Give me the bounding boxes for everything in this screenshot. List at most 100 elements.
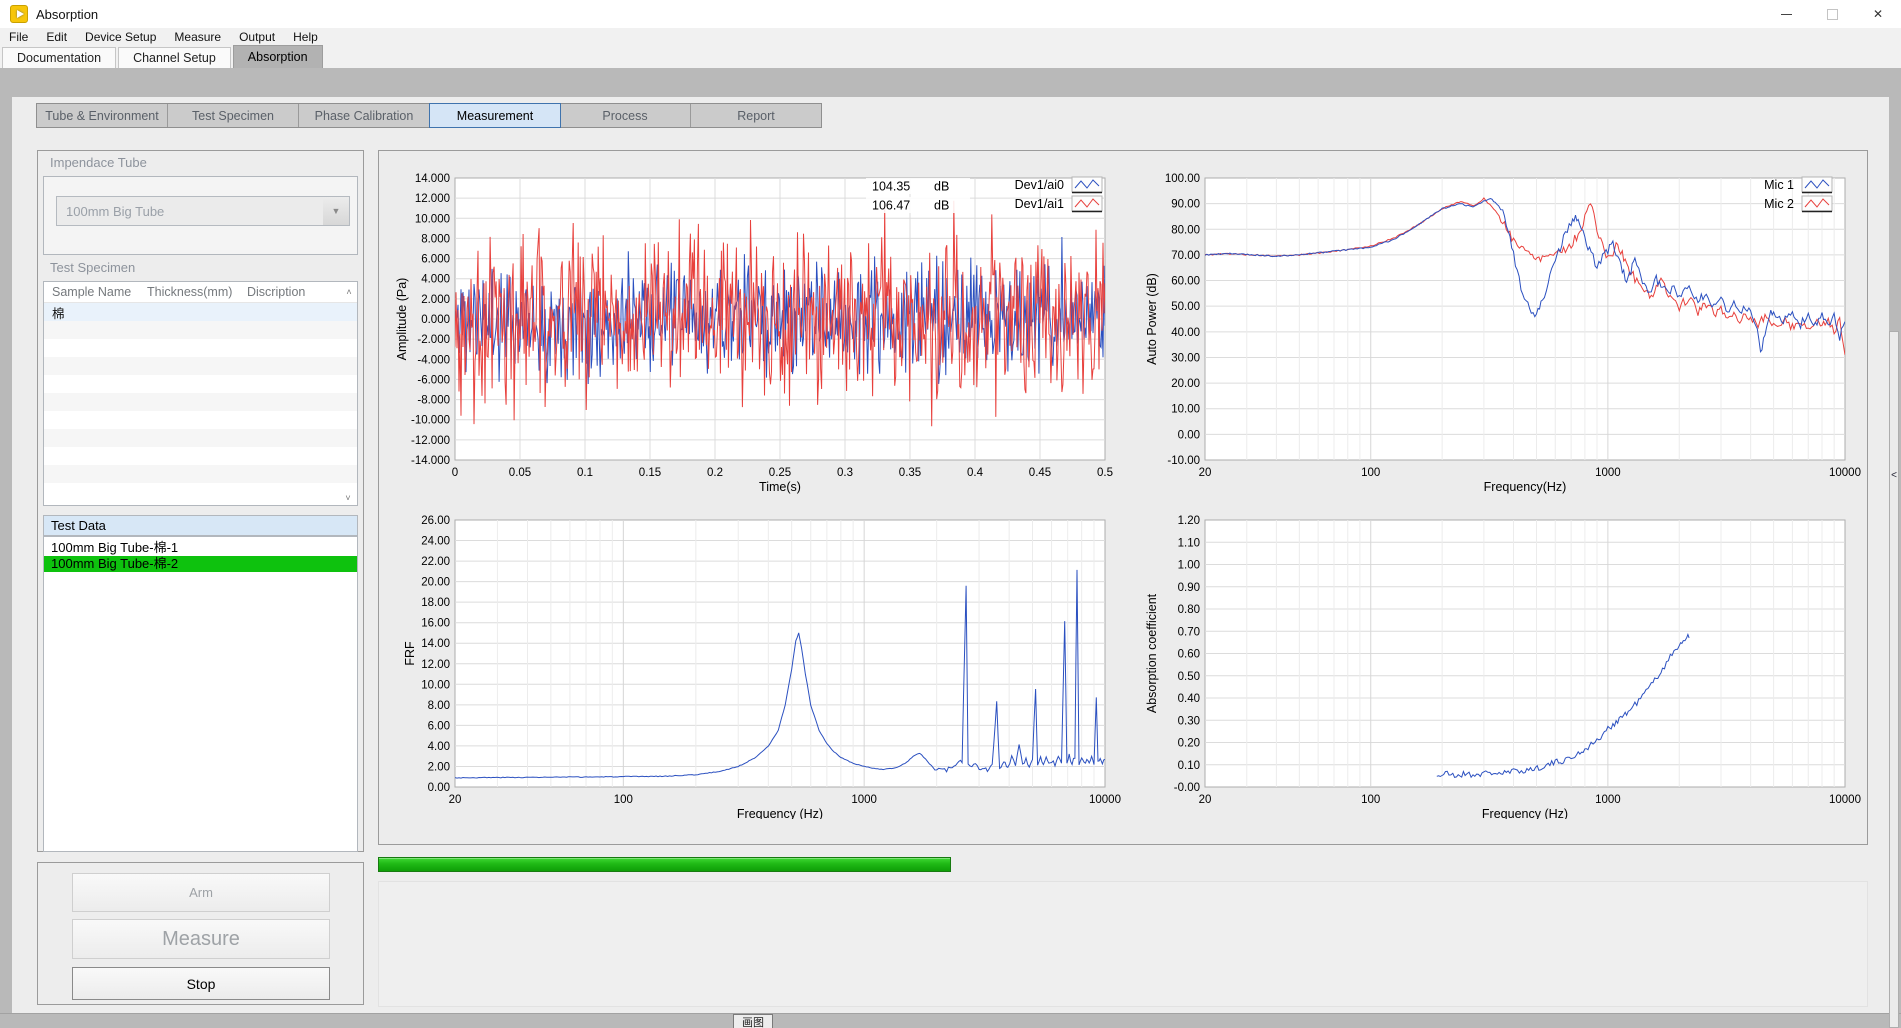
- message-area: [378, 881, 1868, 1007]
- scroll-down-icon[interactable]: ˅: [341, 493, 355, 503]
- close-button[interactable]: ✕: [1855, 0, 1901, 28]
- specimen-row-empty: [44, 375, 357, 393]
- svg-text:Absorption coefficient: Absorption coefficient: [1145, 593, 1159, 713]
- sub-tab-strip: Tube & EnvironmentTest SpecimenPhase Cal…: [36, 103, 822, 128]
- svg-text:0.30: 0.30: [1178, 715, 1200, 727]
- specimen-row-empty: [44, 393, 357, 411]
- measure-button[interactable]: Measure: [72, 919, 330, 959]
- app-window: Absorption ✕ FileEditDevice SetupMeasure…: [0, 0, 1901, 1028]
- stop-button[interactable]: Stop: [72, 967, 330, 1000]
- subtab-phase-calibration[interactable]: Phase Calibration: [299, 104, 430, 127]
- arm-button[interactable]: Arm: [72, 873, 330, 912]
- svg-text:-12.000: -12.000: [411, 435, 450, 447]
- specimen-table-header: Sample NameThickness(mm)Discription˄: [44, 282, 357, 303]
- bottom-tab[interactable]: 画图: [733, 1014, 773, 1028]
- menu-output[interactable]: Output: [230, 28, 284, 46]
- svg-text:8.000: 8.000: [421, 233, 450, 245]
- svg-text:0.5: 0.5: [1097, 467, 1113, 479]
- svg-text:0.40: 0.40: [1178, 693, 1200, 705]
- column-header-thickness-mm: Thickness(mm): [147, 285, 247, 299]
- menu-device-setup[interactable]: Device Setup: [76, 28, 165, 46]
- minimize-button[interactable]: [1763, 0, 1809, 28]
- svg-text:100: 100: [614, 794, 633, 806]
- svg-text:6.00: 6.00: [428, 720, 450, 732]
- tab-absorption[interactable]: Absorption: [233, 45, 323, 68]
- menu-measure[interactable]: Measure: [165, 28, 230, 46]
- svg-text:Frequency(Hz): Frequency(Hz): [1484, 480, 1567, 494]
- test-data-item[interactable]: 100mm Big Tube-棉-2: [44, 556, 357, 572]
- svg-text:-6.000: -6.000: [417, 374, 450, 386]
- chevron-down-icon[interactable]: ▼: [323, 197, 349, 225]
- specimen-row-empty: [44, 483, 357, 501]
- menubar: FileEditDevice SetupMeasureOutputHelp: [0, 28, 1901, 46]
- svg-text:0.20: 0.20: [1178, 738, 1200, 750]
- svg-text:0.35: 0.35: [899, 467, 921, 479]
- menu-file[interactable]: File: [0, 28, 37, 46]
- svg-text:-8.000: -8.000: [417, 395, 450, 407]
- svg-text:100.00: 100.00: [1165, 173, 1200, 185]
- maximize-icon: [1827, 9, 1838, 20]
- svg-text:Frequency (Hz): Frequency (Hz): [737, 807, 823, 819]
- svg-text:1.00: 1.00: [1178, 560, 1200, 572]
- svg-text:Frequency (Hz): Frequency (Hz): [1482, 807, 1568, 819]
- svg-text:1.20: 1.20: [1178, 515, 1200, 527]
- window-controls: ✕: [1763, 0, 1901, 28]
- svg-text:6.000: 6.000: [421, 254, 450, 266]
- menu-edit[interactable]: Edit: [37, 28, 76, 46]
- svg-text:Mic 1: Mic 1: [1764, 178, 1794, 192]
- svg-text:10.00: 10.00: [1171, 404, 1200, 416]
- svg-text:0.70: 0.70: [1178, 626, 1200, 638]
- svg-text:12.000: 12.000: [415, 193, 450, 205]
- subtab-measurement[interactable]: Measurement: [429, 103, 561, 128]
- specimen-row-empty: [44, 447, 357, 465]
- svg-text:0.60: 0.60: [1178, 649, 1200, 661]
- test-data-item[interactable]: 100mm Big Tube-棉-1: [44, 540, 357, 556]
- svg-text:Mic 2: Mic 2: [1764, 197, 1794, 211]
- svg-text:22.00: 22.00: [421, 556, 450, 568]
- svg-text:0.1: 0.1: [577, 467, 593, 479]
- test-specimen-table[interactable]: Sample NameThickness(mm)Discription˄ 棉 ˅: [43, 281, 358, 506]
- subtab-report[interactable]: Report: [691, 104, 821, 127]
- titlebar: Absorption ✕: [0, 0, 1901, 29]
- svg-text:FRF: FRF: [403, 641, 417, 666]
- maximize-button[interactable]: [1809, 0, 1855, 28]
- svg-text:4.000: 4.000: [421, 274, 450, 286]
- svg-text:0.3: 0.3: [837, 467, 853, 479]
- svg-text:50.00: 50.00: [1171, 301, 1200, 313]
- column-header-sample-name: Sample Name: [44, 285, 147, 299]
- specimen-row-empty: [44, 411, 357, 429]
- svg-text:70.00: 70.00: [1171, 250, 1200, 262]
- svg-text:106.47: 106.47: [872, 199, 910, 213]
- specimen-row-empty: [44, 339, 357, 357]
- impedance-tube-dropdown[interactable]: 100mm Big Tube ▼: [56, 196, 350, 226]
- svg-text:1.10: 1.10: [1178, 537, 1200, 549]
- tab-documentation[interactable]: Documentation: [2, 47, 116, 68]
- panel-collapse-handle[interactable]: <: [1889, 331, 1899, 1028]
- auto-power-chart: 100.0090.0080.0070.0060.0050.0040.0030.0…: [1140, 165, 1864, 495]
- svg-text:20.00: 20.00: [421, 577, 450, 589]
- main-tab-strip: DocumentationChannel SetupAbsorption: [0, 46, 1901, 68]
- tab-channel-setup[interactable]: Channel Setup: [118, 47, 231, 68]
- subtab-process[interactable]: Process: [560, 104, 691, 127]
- svg-text:dB: dB: [934, 180, 949, 194]
- test-data-list[interactable]: 100mm Big Tube-棉-1100mm Big Tube-棉-2: [43, 536, 358, 852]
- menu-help[interactable]: Help: [284, 28, 327, 46]
- svg-text:0.4: 0.4: [967, 467, 984, 479]
- svg-text:4.00: 4.00: [428, 741, 450, 753]
- window-title: Absorption: [36, 7, 98, 22]
- scroll-up-icon[interactable]: ˄: [341, 287, 357, 297]
- svg-text:10000: 10000: [1089, 794, 1121, 806]
- specimen-row-empty: [44, 321, 357, 339]
- progress-bar: [378, 857, 951, 872]
- svg-text:0.45: 0.45: [1029, 467, 1051, 479]
- svg-text:0.05: 0.05: [509, 467, 531, 479]
- bottom-strip: [0, 1013, 1901, 1028]
- app-icon: [10, 5, 28, 23]
- svg-text:10000: 10000: [1829, 794, 1861, 806]
- svg-text:20: 20: [1199, 467, 1212, 479]
- subtab-test-specimen[interactable]: Test Specimen: [168, 104, 299, 127]
- specimen-row[interactable]: 棉: [44, 303, 357, 321]
- subtab-tube-environment[interactable]: Tube & Environment: [37, 104, 168, 127]
- svg-text:-14.000: -14.000: [411, 455, 450, 467]
- svg-text:-10.000: -10.000: [411, 415, 450, 427]
